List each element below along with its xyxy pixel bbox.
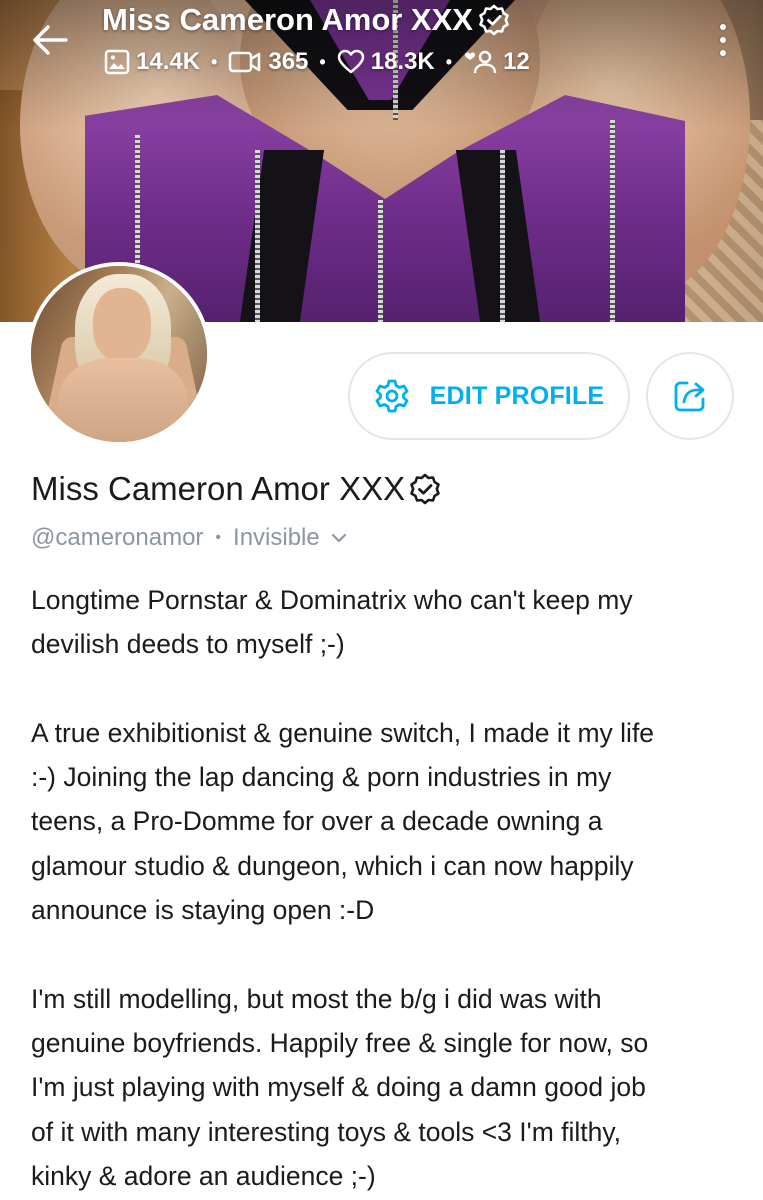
more-vertical-icon [720, 24, 726, 30]
bio-paragraph-gap [31, 932, 743, 976]
video-icon [229, 51, 261, 73]
heart-icon [337, 49, 364, 74]
bio-line: announce is staying open :-D [31, 895, 375, 926]
bio-line: kinky & adore an audience ;-) [31, 1160, 376, 1191]
bio-line: glamour studio & dungeon, which i can no… [31, 850, 634, 881]
back-button[interactable] [28, 22, 72, 58]
image-icon [104, 49, 130, 75]
videos-count: 365 [268, 48, 309, 75]
verified-badge-icon [410, 473, 440, 505]
avatar[interactable] [27, 262, 211, 446]
separator-dot: • [319, 51, 326, 72]
share-button[interactable] [646, 352, 734, 440]
users-icon [465, 50, 497, 74]
separator-dot: • [211, 51, 218, 72]
bio-paragraph-gap [31, 667, 743, 711]
edit-profile-button[interactable]: EDIT PROFILE [348, 352, 630, 440]
bio-line: teens, a Pro-Domme for over a decade own… [31, 806, 603, 837]
profile-name: Miss Cameron Amor XXX [31, 470, 442, 508]
profile-handle: @cameronamor [31, 524, 204, 551]
bio-line: I'm still modelling, but most the b/g i … [31, 983, 602, 1014]
status-dropdown[interactable]: Invisible [233, 524, 348, 552]
bio-line: devilish deeds to myself ;-) [31, 629, 345, 660]
videos-stat: 365 [228, 48, 308, 76]
photos-stat: 14.4K [104, 48, 200, 76]
likes-count: 18.3K [370, 48, 435, 75]
bio-line: A true exhibitionist & genuine switch, I… [31, 717, 655, 748]
profile-bio: Longtime Pornstar & Dominatrix who can't… [31, 578, 743, 1198]
edit-profile-label: EDIT PROFILE [429, 381, 605, 410]
bio-line: Longtime Pornstar & Dominatrix who can't… [31, 585, 633, 615]
profile-name-text: Miss Cameron Amor XXX [31, 470, 406, 507]
header-title-text: Miss Cameron Amor XXX [102, 2, 473, 37]
more-options-button[interactable] [712, 20, 734, 60]
fans-stat: 12 [463, 48, 530, 76]
chevron-down-icon [331, 533, 346, 543]
verified-badge-icon [479, 4, 509, 36]
likes-stat: 18.3K [337, 48, 435, 76]
share-icon [674, 381, 705, 412]
gear-icon [375, 379, 409, 413]
bio-line: genuine boyfriends. Happily free & singl… [31, 1027, 649, 1058]
arrow-left-icon [33, 25, 68, 55]
header-stats: 14.4K • 365 • 18.3K • 12 [104, 48, 530, 76]
bio-line: I'm just playing with myself & doing a d… [31, 1072, 646, 1103]
status-label: Invisible [233, 524, 320, 551]
separator-dot: • [445, 51, 453, 72]
bio-line: :-) Joining the lap dancing & porn indus… [31, 762, 612, 793]
header-title: Miss Cameron Amor XXX [102, 2, 511, 38]
handle-row: @cameronamor • Invisible [31, 524, 348, 552]
photos-count: 14.4K [136, 48, 201, 75]
bio-line: of it with many interesting toys & tools… [31, 1116, 622, 1147]
separator-dot: • [215, 529, 222, 546]
fans-count: 12 [503, 48, 530, 75]
